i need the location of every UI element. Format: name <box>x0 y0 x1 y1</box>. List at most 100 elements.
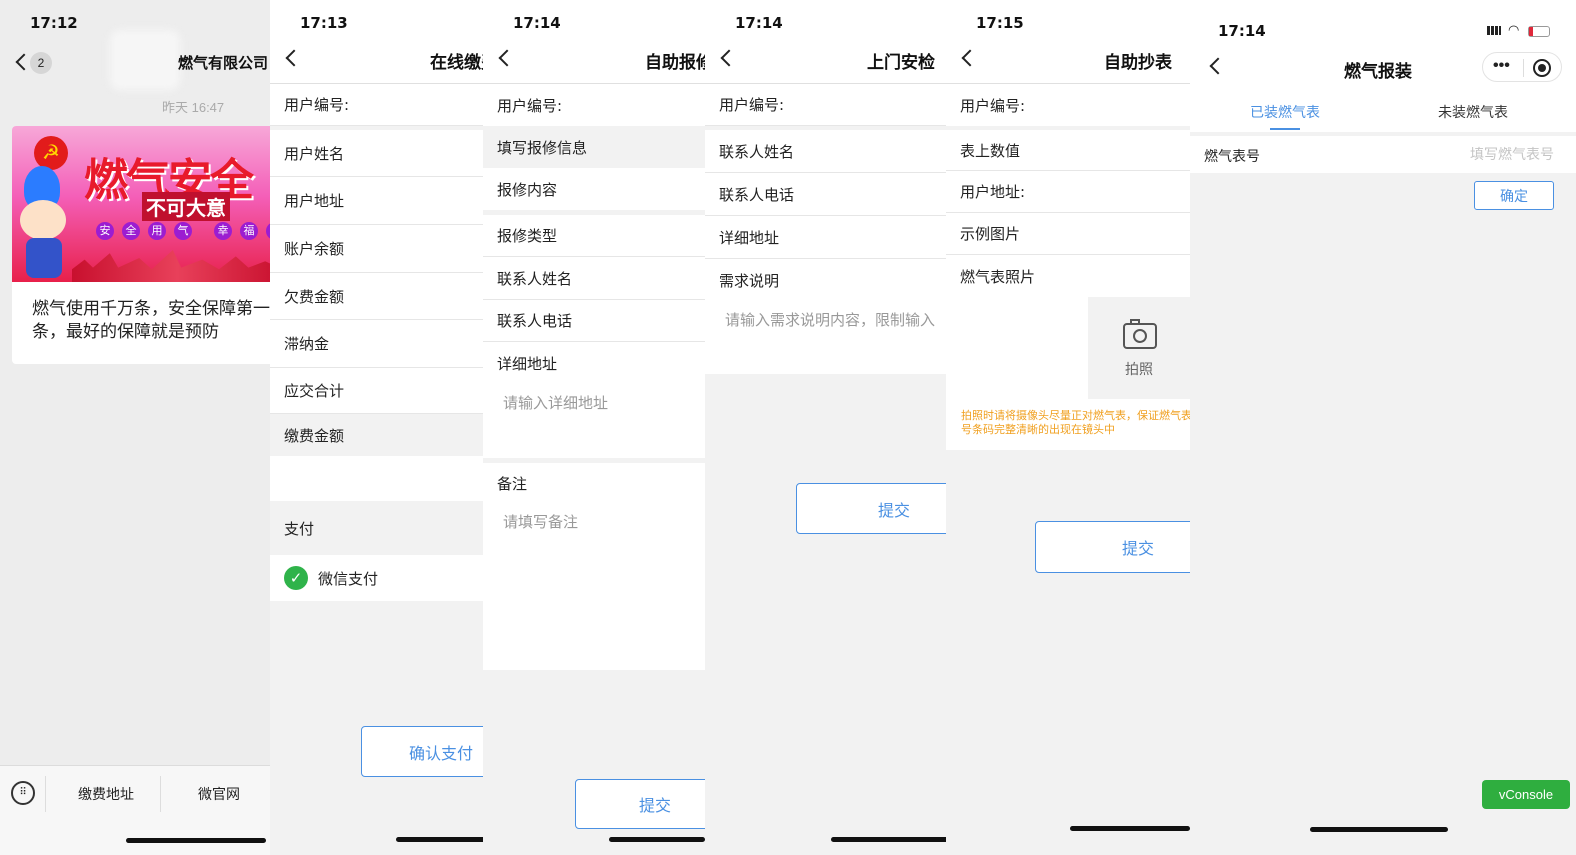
page-title: 自助报修 <box>645 53 705 73</box>
panel-online-payment: 17:13 在线缴费 用户编号: 用户姓名 用户地址 账户余额 欠费金额 滞纳金… <box>270 0 483 855</box>
tab-active-indicator <box>1270 128 1300 130</box>
pay-section-header: 支付 <box>270 501 483 555</box>
page-title: 燃气报装 <box>1344 62 1412 82</box>
field-user-number: 用户编号: <box>705 84 946 126</box>
field-user-number: 用户编号: <box>270 84 483 126</box>
chat-title: 燃气有限公司 <box>178 54 269 72</box>
wechat-pay-option[interactable]: ✓ 微信支付 <box>270 555 483 601</box>
party-emblem-icon: ☭ <box>34 136 68 170</box>
meter-number-input[interactable]: 填写燃气表号 <box>1470 144 1554 164</box>
field-late-fee: 滞纳金 <box>270 320 483 368</box>
field-repair-content[interactable]: 报修内容 <box>483 168 705 210</box>
mascot-image <box>14 166 74 278</box>
city-skyline-image <box>72 250 270 282</box>
capsule-menu[interactable]: ••• <box>1482 52 1562 82</box>
submit-button[interactable]: 提交 <box>575 779 705 829</box>
page-title: 上门安检 <box>867 53 935 73</box>
section-fill-repair-info: 填写报修信息 <box>483 126 705 168</box>
tab-installed-meter[interactable]: 已装燃气表 <box>1250 102 1320 122</box>
keyboard-icon[interactable]: ⠿ <box>11 781 35 805</box>
meter-number-label: 燃气表号 <box>1204 149 1260 165</box>
message-timestamp: 昨天 16:47 <box>162 100 225 115</box>
field-repair-type[interactable]: 报修类型 <box>483 215 705 257</box>
panel-gas-installation: 17:14 ◠ 燃气报装 ••• 已装燃气表 未装燃气表 燃气表号 填写燃气表号… <box>1190 0 1576 855</box>
menu-item-micro-site[interactable]: 微官网 <box>198 784 240 804</box>
field-payment-amount[interactable]: 缴费金额 <box>270 414 483 456</box>
vconsole-button[interactable]: vConsole <box>1482 780 1570 809</box>
panel-repair: 17:14 自助报修 用户编号: 填写报修信息 报修内容 报修类型 联系人姓名 … <box>483 0 705 855</box>
field-detail-address-label: 详细地址 <box>483 342 705 384</box>
field-account-balance: 账户余额 <box>270 225 483 273</box>
battery-icon <box>1528 26 1550 37</box>
signal-icon <box>1487 26 1501 35</box>
field-user-number: 用户编号: <box>483 84 705 126</box>
photo-hint: 拍照时请将摄像头尽量正对燃气表，保证燃气表号条码完整清晰的出现在镜头中 <box>961 409 1190 436</box>
article-text: 燃气使用千万条，安全保障第一条，最好的保障就是预防 <box>32 299 270 342</box>
submit-button[interactable]: 提交 <box>1035 521 1190 573</box>
wechat-check-icon: ✓ <box>284 566 308 590</box>
status-time: 17:14 <box>513 14 561 32</box>
note-placeholder: 请填写备注 <box>503 513 579 531</box>
bottom-menu: ⠿ 缴费地址 微官网 <box>0 765 270 855</box>
menu-item-payment-address[interactable]: 缴费地址 <box>78 784 134 804</box>
status-time: 17:15 <box>976 14 1024 32</box>
more-icon[interactable]: ••• <box>1493 57 1510 75</box>
home-indicator <box>396 837 483 842</box>
panel-chat: 17:12 2 燃气有限公司 昨天 16:47 ☭ 燃气安全 不可大意 安 全 … <box>0 0 270 855</box>
banner-subline: 不可大意 <box>142 192 230 221</box>
home-indicator <box>831 837 946 842</box>
field-sample-image[interactable]: 示例图片 <box>946 213 1190 255</box>
status-time: 17:14 <box>735 14 783 32</box>
banner-slogan-circles: 安 全 用 气 幸 福 家 <box>96 222 270 240</box>
field-user-name[interactable]: 用户姓名 <box>270 130 483 177</box>
take-photo-label: 拍照 <box>1125 362 1153 378</box>
field-detail-address[interactable]: 详细地址 <box>705 216 946 259</box>
menu-divider <box>160 776 161 812</box>
article-card[interactable]: ☭ 燃气安全 不可大意 安 全 用 气 幸 福 家 燃气使用千万条，安全保障第一… <box>12 126 270 364</box>
menu-divider <box>45 776 46 812</box>
field-contact-name[interactable]: 联系人姓名 <box>705 130 946 173</box>
tab-bar: 已装燃气表 未装燃气表 <box>1190 92 1576 132</box>
home-indicator <box>1070 826 1190 831</box>
field-user-address[interactable]: 用户地址 <box>270 177 483 225</box>
meter-number-row: 燃气表号 填写燃气表号 <box>1190 136 1576 173</box>
home-indicator <box>609 837 705 842</box>
field-requirement-label: 需求说明 <box>705 259 946 301</box>
status-time: 17:14 <box>1218 22 1266 40</box>
field-arrears: 欠费金额 <box>270 273 483 320</box>
detail-address-placeholder: 请输入详细地址 <box>503 394 609 412</box>
camera-icon <box>1123 319 1157 349</box>
field-contact-name[interactable]: 联系人姓名 <box>483 257 705 300</box>
home-indicator <box>126 838 266 843</box>
field-contact-phone[interactable]: 联系人电话 <box>483 300 705 342</box>
page-title: 在线缴费 <box>430 53 483 73</box>
confirm-pay-button[interactable]: 确认支付 <box>361 726 483 777</box>
confirm-button[interactable]: 确定 <box>1474 181 1554 210</box>
status-time: 17:13 <box>300 14 348 32</box>
field-total-due: 应交合计 <box>270 368 483 414</box>
photo-area: 拍照 拍照时请将摄像头尽量正对燃气表，保证燃气表号条码完整清晰的出现在镜头中 <box>946 297 1190 450</box>
unread-badge: 2 <box>30 52 52 74</box>
article-banner-image: ☭ 燃气安全 不可大意 安 全 用 气 幸 福 家 <box>12 126 270 282</box>
tab-uninstalled-meter[interactable]: 未装燃气表 <box>1438 102 1508 122</box>
wifi-icon: ◠ <box>1508 22 1520 37</box>
close-miniprogram-icon[interactable] <box>1533 59 1551 77</box>
wechat-pay-label: 微信支付 <box>318 569 379 588</box>
home-indicator <box>1310 827 1448 832</box>
note-input[interactable]: 请填写备注 <box>483 503 705 670</box>
submit-button[interactable]: 提交 <box>796 483 946 534</box>
field-note-label: 备注 <box>483 463 705 503</box>
field-meter-photo: 燃气表照片 <box>946 255 1190 297</box>
panel-meter-reading: 17:15 自助抄表 用户编号: 表上数值 用户地址: 示例图片 燃气表照片 拍… <box>946 0 1190 855</box>
photo-upload-tile[interactable]: 拍照 <box>1088 297 1190 399</box>
field-user-address: 用户地址: <box>946 171 1190 213</box>
spacer <box>270 456 483 501</box>
field-meter-value[interactable]: 表上数值 <box>946 130 1190 171</box>
field-contact-phone[interactable]: 联系人电话 <box>705 173 946 216</box>
status-time: 17:12 <box>30 14 78 32</box>
requirement-input[interactable]: 请输入需求说明内容，限制输入 <box>705 301 946 374</box>
requirement-placeholder: 请输入需求说明内容，限制输入 <box>725 311 936 329</box>
page-title: 自助抄表 <box>1104 53 1172 73</box>
detail-address-input[interactable]: 请输入详细地址 <box>483 384 705 458</box>
blurred-name <box>110 30 180 90</box>
